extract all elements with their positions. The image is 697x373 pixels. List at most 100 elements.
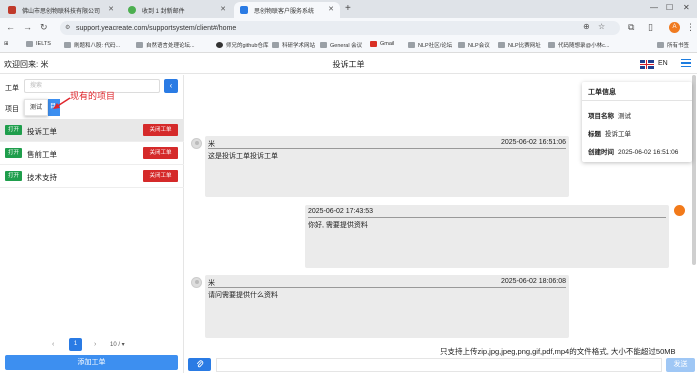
site-favicon-icon: [240, 6, 248, 14]
upload-hint: 只支持上传zip,jpg,jpeg,png,gif,pdf,mp4的文件格式, …: [440, 347, 676, 356]
user-avatar: [191, 277, 202, 288]
tab-title: 思创物联客户服务系统: [254, 8, 315, 15]
current-page-button[interactable]: 1: [69, 338, 82, 351]
bookmark-folder[interactable]: 科研学术网站: [272, 41, 315, 49]
hamburger-menu-icon[interactable]: [681, 59, 691, 67]
reload-icon[interactable]: ↻: [40, 22, 48, 33]
status-badge: 打开: [5, 148, 23, 158]
message-bubble: 米 2025-06-02 16:51:06 这是投诉工单投诉工单: [205, 136, 569, 197]
message-time: 2025-06-02 16:51:06: [501, 139, 566, 146]
bookmark-link[interactable]: 师兄的github仓库: [216, 41, 269, 49]
browser-tab-bar: 佛山市思创物联科技有限公司 ✕ 收到 1 封新邮件 ✕ 思创物联客户服务系统 ✕…: [0, 0, 697, 18]
message-text: 这是投诉工单投诉工单: [208, 153, 278, 160]
site-favicon-icon: [8, 6, 16, 14]
maximize-icon[interactable]: ☐: [666, 3, 673, 12]
project-label: 项目: [5, 106, 19, 113]
tab-title: 收到 1 封新邮件: [142, 8, 185, 15]
info-value: 测试: [618, 113, 631, 120]
page-title: 投诉工单: [332, 60, 365, 69]
chat-scrollbar[interactable]: [692, 75, 696, 265]
close-ticket-button[interactable]: 关闭工单: [143, 170, 178, 182]
app-header: 欢迎回来: 米 投诉工单 EN: [0, 54, 697, 74]
side-panel-icon[interactable]: ▯: [648, 22, 653, 33]
status-badge: 打开: [5, 171, 23, 181]
apps-icon[interactable]: ⊞: [4, 41, 9, 47]
all-bookmarks[interactable]: 所有书签: [657, 41, 689, 49]
message-time: 2025-06-02 18:06:08: [501, 278, 566, 285]
url-text: support.yeacreate.com/supportsystem/clie…: [76, 24, 237, 32]
send-button[interactable]: 发送: [666, 358, 695, 372]
bookmark-folder[interactable]: 自然语言处理论坛...: [136, 41, 195, 49]
ticket-list-item[interactable]: 打开 投诉工单 关闭工单: [0, 119, 184, 142]
info-row: 标题 投诉工单: [588, 128, 631, 138]
ticket-name: 技术支持: [27, 173, 57, 182]
project-option-test[interactable]: 测试: [24, 99, 48, 116]
info-row: 创建时间 2025-06-02 16:51:06: [588, 146, 678, 156]
page-size-select[interactable]: 10 / ▾: [110, 341, 125, 348]
extensions-icon[interactable]: ⧉: [628, 22, 634, 33]
bookmark-folder[interactable]: 刷题和八股: 代码...: [64, 41, 120, 49]
prev-page-button[interactable]: ‹: [52, 341, 54, 348]
user-avatar: [191, 138, 202, 149]
browser-tab-3[interactable]: 思创物联客户服务系统 ✕: [234, 2, 340, 18]
browser-toolbar: ← → ↻ ⚙ support.yeacreate.com/supportsys…: [0, 18, 697, 38]
ticket-info-panel: 工单信息 项目名称 测试 标题 投诉工单 创建时间 2025-06-02 16:51:…: [582, 82, 692, 162]
forward-icon[interactable]: →: [23, 22, 32, 32]
info-key: 标题: [588, 131, 601, 138]
bookmark-folder[interactable]: General 会议: [320, 41, 362, 49]
attach-file-button[interactable]: [188, 358, 211, 371]
browser-menu-icon[interactable]: ⋮: [686, 22, 695, 33]
profile-avatar[interactable]: A: [669, 22, 680, 33]
site-info-icon[interactable]: ⚙: [65, 24, 70, 31]
address-bar[interactable]: ⚙ support.yeacreate.com/supportsystem/cl…: [60, 21, 620, 35]
translate-icon[interactable]: ⊕: [583, 22, 590, 31]
paperclip-icon: [196, 360, 203, 368]
mail-favicon-icon: [128, 6, 136, 14]
minimize-icon[interactable]: —: [650, 3, 658, 12]
bookmark-folder[interactable]: NLP社区/论坛: [408, 41, 452, 49]
bookmark-gmail[interactable]: Gmail: [370, 41, 394, 47]
annotation-arrow-icon: [53, 97, 71, 109]
uk-flag-icon[interactable]: [640, 60, 654, 69]
tab-title: 佛山市思创物联科技有限公司: [22, 8, 101, 15]
bookmark-folder[interactable]: 代码随想录@小林c...: [548, 41, 609, 49]
message-bubble: 米 2025-06-02 18:06:08 请问需要提供什么资料: [205, 275, 569, 338]
message-input[interactable]: [216, 358, 662, 372]
bookmark-star-icon[interactable]: ☆: [598, 22, 605, 31]
browser-tab-2[interactable]: 收到 1 封新邮件 ✕: [122, 2, 232, 18]
close-tab-icon[interactable]: ✕: [220, 5, 226, 13]
info-key: 项目名称: [588, 113, 614, 120]
info-value: 投诉工单: [605, 131, 631, 138]
bookmark-ielts[interactable]: IELTS: [26, 41, 51, 47]
browser-tab-1[interactable]: 佛山市思创物联科技有限公司 ✕: [2, 2, 120, 18]
message-bubble: 2025-06-02 17:43:53 你好, 需要提供资料: [305, 205, 669, 268]
close-ticket-button[interactable]: 关闭工单: [143, 147, 178, 159]
message-time: 2025-06-02 17:43:53: [308, 208, 373, 215]
ticket-name: 投诉工单: [27, 127, 57, 136]
ticket-list-item[interactable]: 打开 售前工单 关闭工单: [0, 142, 184, 165]
bookmark-folder[interactable]: NLP比赛网址: [498, 41, 541, 49]
ticket-list-item[interactable]: 打开 技术支持 关闭工单: [0, 165, 184, 188]
close-tab-icon[interactable]: ✕: [108, 5, 114, 13]
next-page-button[interactable]: ›: [94, 341, 96, 348]
close-ticket-button[interactable]: 关闭工单: [143, 124, 178, 136]
sidebar: 工单 ‹ 项目 目 测试 打开 投诉工单 关闭工单 打开 售前工单 关闭工单 打…: [0, 75, 184, 373]
back-icon[interactable]: ←: [6, 22, 15, 32]
language-switch[interactable]: EN: [658, 60, 668, 67]
close-tab-icon[interactable]: ✕: [328, 5, 334, 13]
add-ticket-button[interactable]: 添加工单: [5, 355, 178, 370]
info-value: 2025-06-02 16:51:06: [618, 149, 679, 156]
message-header: 米 2025-06-02 18:06:08: [208, 278, 566, 288]
pagination: ‹ 1 › 10 / ▾: [0, 338, 184, 352]
window-close-icon[interactable]: ✕: [683, 3, 690, 12]
message-text: 请问需要提供什么资料: [208, 292, 278, 299]
message-text: 你好, 需要提供资料: [308, 222, 368, 229]
ticket-name: 售前工单: [27, 150, 57, 159]
message-sender: 米: [208, 141, 215, 148]
divider: [582, 100, 692, 101]
info-row: 项目名称 测试: [588, 110, 631, 120]
bookmark-folder[interactable]: NLP会议: [458, 41, 490, 49]
collapse-sidebar-button[interactable]: ‹: [164, 79, 178, 93]
new-tab-button[interactable]: +: [345, 3, 351, 14]
support-avatar: [674, 205, 685, 216]
